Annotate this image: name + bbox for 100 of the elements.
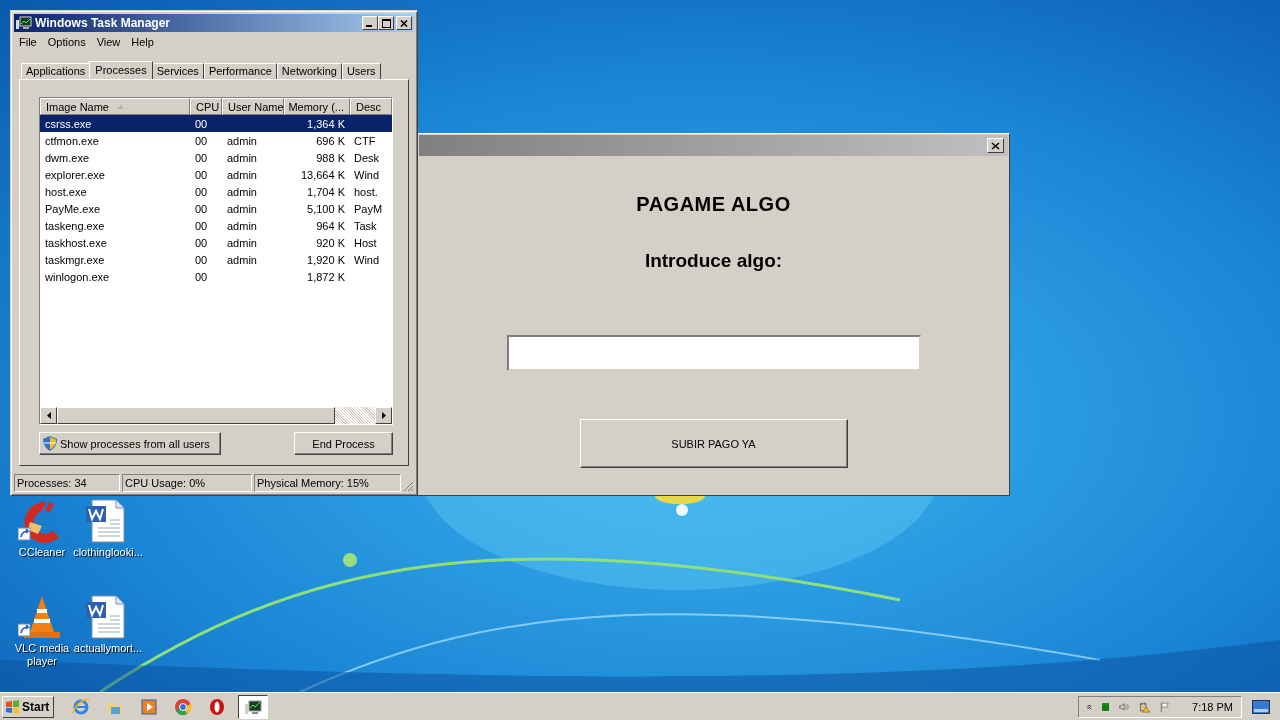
prompt-label: Introduce algo: — [644, 250, 783, 272]
table-cell[interactable]: 00 — [190, 149, 222, 166]
table-cell[interactable]: CTF — [350, 132, 392, 149]
show-all-users-button[interactable]: Show processes from all users — [39, 432, 221, 455]
table-cell[interactable]: 00 — [190, 268, 222, 285]
table-cell[interactable]: 00 — [190, 217, 222, 234]
tab[interactable]: Users — [341, 63, 381, 79]
table-cell[interactable]: Desk — [350, 149, 392, 166]
table-cell[interactable]: 00 — [190, 200, 222, 217]
table-cell[interactable]: 920 K — [284, 234, 350, 251]
tab[interactable]: Services — [151, 63, 204, 79]
column-header[interactable]: User Name — [222, 98, 284, 115]
table-cell[interactable]: admin — [222, 200, 284, 217]
icon-label[interactable]: VLC media player — [14, 642, 70, 668]
opera-icon — [208, 697, 226, 716]
icon-label[interactable]: CCleaner — [18, 546, 66, 559]
submit-button[interactable]: SUBIR PAGO YA — [579, 419, 848, 468]
table-cell[interactable]: 00 — [190, 115, 222, 132]
window-title: Windows Task Manager — [35, 16, 171, 30]
column-header[interactable]: Memory (... — [284, 98, 350, 115]
menu-item[interactable]: Help — [131, 36, 154, 50]
dialog-heading: PAGAME ALGO — [636, 193, 791, 216]
windows-logo-icon — [5, 699, 20, 714]
table-cell[interactable] — [350, 115, 392, 132]
table-cell[interactable]: admin — [222, 149, 284, 166]
monitor-icon — [16, 16, 32, 30]
table-cell[interactable]: ctfmon.exe — [40, 132, 190, 149]
table-cell[interactable]: 00 — [190, 234, 222, 251]
table-cell[interactable]: admin — [222, 251, 284, 268]
left-arrow-icon — [46, 412, 51, 419]
maximize-button[interactable] — [378, 16, 394, 30]
chrome-icon — [174, 697, 192, 716]
right-arrow-icon — [381, 412, 386, 419]
show-desktop-icon[interactable] — [1252, 699, 1270, 714]
table-cell[interactable]: PayM — [350, 200, 392, 217]
table-cell[interactable]: 00 — [190, 132, 222, 149]
table-cell[interactable]: csrss.exe — [40, 115, 190, 132]
icon-label[interactable]: actuallymort... — [73, 642, 143, 655]
table-cell[interactable]: host.exe — [40, 183, 190, 200]
shield-icon — [43, 436, 57, 451]
table-cell[interactable]: dwm.exe — [40, 149, 190, 166]
menu-item[interactable]: View — [96, 36, 121, 50]
table-cell[interactable]: admin — [222, 183, 284, 200]
horizontal-scrollbar[interactable] — [40, 407, 392, 424]
icon-label[interactable]: clothinglooki... — [73, 546, 143, 559]
status-text: Physical Memory: 15% — [254, 474, 401, 492]
end-process-button[interactable]: End Process — [294, 432, 393, 455]
table-cell[interactable]: 1,872 K — [284, 268, 350, 285]
table-cell[interactable]: PayMe.exe — [40, 200, 190, 217]
tab[interactable]: Networking — [276, 63, 342, 79]
input-field[interactable] — [506, 335, 921, 371]
table-cell[interactable]: winlogon.exe — [40, 268, 190, 285]
column-header[interactable]: Image Name — [40, 98, 190, 115]
ie-icon — [72, 697, 90, 716]
column-header[interactable]: CPU — [190, 98, 222, 115]
close-icon — [400, 19, 408, 27]
table-cell[interactable]: Wind — [350, 251, 392, 268]
table-cell[interactable]: 1,364 K — [284, 115, 350, 132]
clock[interactable]: 7:18 PM — [1192, 700, 1233, 713]
menu-item[interactable]: File — [19, 36, 37, 50]
tab[interactable]: Processes — [89, 61, 153, 79]
tray-app-icon — [1101, 700, 1109, 713]
table-cell[interactable]: 00 — [190, 183, 222, 200]
table-cell[interactable]: 5,100 K — [284, 200, 350, 217]
table-cell[interactable]: admin — [222, 234, 284, 251]
table-cell[interactable]: 00 — [190, 251, 222, 268]
table-cell[interactable]: Task — [350, 217, 392, 234]
chevron-up-icon — [1087, 702, 1092, 711]
table-cell[interactable]: admin — [222, 166, 284, 183]
table-cell[interactable]: admin — [222, 217, 284, 234]
table-cell[interactable]: host. — [350, 183, 392, 200]
start-button[interactable]: Start — [2, 695, 54, 718]
table-cell[interactable]: 964 K — [284, 217, 350, 234]
table-cell[interactable]: 13,664 K — [284, 166, 350, 183]
menu-item[interactable]: Options — [47, 36, 86, 50]
status-text: Processes: 34 — [14, 474, 120, 492]
status-text: CPU Usage: 0% — [122, 474, 252, 492]
media-player-icon — [140, 697, 158, 716]
table-cell[interactable]: taskeng.exe — [40, 217, 190, 234]
table-cell[interactable]: taskhost.exe — [40, 234, 190, 251]
tab[interactable]: Performance — [203, 63, 277, 79]
table-cell[interactable]: 988 K — [284, 149, 350, 166]
table-cell[interactable]: admin — [222, 132, 284, 149]
close-icon — [991, 141, 1000, 150]
close-button[interactable] — [987, 138, 1004, 153]
monitor-icon — [244, 697, 262, 716]
close-button[interactable] — [396, 16, 412, 30]
table-cell[interactable]: Host — [350, 234, 392, 251]
table-cell[interactable]: explorer.exe — [40, 166, 190, 183]
column-header[interactable]: Desc — [350, 98, 392, 115]
resize-grip-icon — [403, 481, 414, 492]
table-cell[interactable]: 1,704 K — [284, 183, 350, 200]
table-cell[interactable]: taskmgr.exe — [40, 251, 190, 268]
table-cell[interactable]: 1,920 K — [284, 251, 350, 268]
table-cell[interactable]: Wind — [350, 166, 392, 183]
minimize-button[interactable] — [362, 16, 378, 30]
table-cell[interactable]: 696 K — [284, 132, 350, 149]
table-cell[interactable]: 00 — [190, 166, 222, 183]
taskbar-app-button[interactable] — [238, 694, 268, 719]
maximize-icon — [381, 18, 391, 28]
